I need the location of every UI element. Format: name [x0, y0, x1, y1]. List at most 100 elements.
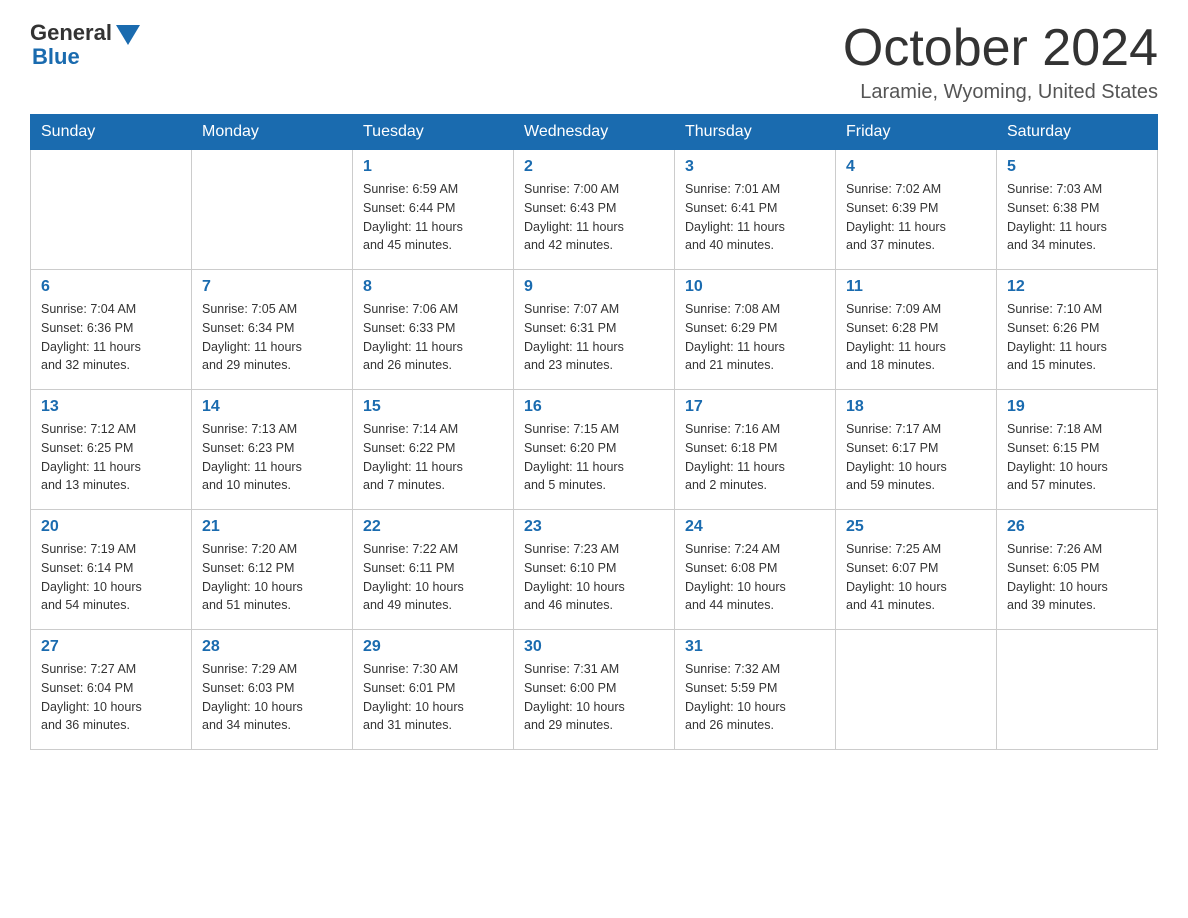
logo-triangle-icon [116, 25, 140, 45]
day-info: Sunrise: 7:01 AM Sunset: 6:41 PM Dayligh… [685, 180, 825, 255]
day-info: Sunrise: 7:17 AM Sunset: 6:17 PM Dayligh… [846, 420, 986, 495]
calendar-cell: 11 Sunrise: 7:09 AM Sunset: 6:28 PM Dayli… [836, 270, 997, 390]
calendar-cell: 14 Sunrise: 7:13 AM Sunset: 6:23 PM Dayli… [192, 390, 353, 510]
calendar-cell [997, 630, 1158, 750]
day-number: 12 [1007, 278, 1147, 296]
calendar-table: SundayMondayTuesdayWednesdayThursdayFrid… [30, 114, 1158, 750]
day-number: 13 [41, 398, 181, 416]
day-number: 15 [363, 398, 503, 416]
day-number: 1 [363, 158, 503, 176]
day-number: 5 [1007, 158, 1147, 176]
calendar-cell [192, 150, 353, 270]
column-header-monday: Monday [192, 115, 353, 150]
day-number: 10 [685, 278, 825, 296]
day-number: 29 [363, 638, 503, 656]
calendar-cell: 5 Sunrise: 7:03 AM Sunset: 6:38 PM Daylig… [997, 150, 1158, 270]
calendar-cell: 19 Sunrise: 7:18 AM Sunset: 6:15 PM Dayli… [997, 390, 1158, 510]
calendar-cell: 28 Sunrise: 7:29 AM Sunset: 6:03 PM Dayli… [192, 630, 353, 750]
day-info: Sunrise: 7:16 AM Sunset: 6:18 PM Dayligh… [685, 420, 825, 495]
day-number: 4 [846, 158, 986, 176]
calendar-cell: 26Sunrise: 7:26 AM Sunset: 6:05 PM Dayli… [997, 510, 1158, 630]
calendar-week-row: 20 Sunrise: 7:19 AM Sunset: 6:14 PM Dayli… [31, 510, 1158, 630]
day-number: 2 [524, 158, 664, 176]
day-info: Sunrise: 7:03 AM Sunset: 6:38 PM Dayligh… [1007, 180, 1147, 255]
day-info: Sunrise: 7:18 AM Sunset: 6:15 PM Dayligh… [1007, 420, 1147, 495]
day-info: Sunrise: 7:07 AM Sunset: 6:31 PM Dayligh… [524, 300, 664, 375]
page-header: General Blue October 2024 Laramie, Wyomi… [30, 20, 1158, 104]
column-header-thursday: Thursday [675, 115, 836, 150]
logo-blue-text: Blue [30, 44, 80, 70]
day-number: 26 [1007, 518, 1147, 536]
day-info: Sunrise: 7:05 AM Sunset: 6:34 PM Dayligh… [202, 300, 342, 375]
calendar-cell: 9 Sunrise: 7:07 AM Sunset: 6:31 PM Daylig… [514, 270, 675, 390]
day-number: 9 [524, 278, 664, 296]
day-info: Sunrise: 7:06 AM Sunset: 6:33 PM Dayligh… [363, 300, 503, 375]
day-number: 11 [846, 278, 986, 296]
day-number: 27 [41, 638, 181, 656]
day-number: 17 [685, 398, 825, 416]
calendar-cell: 20 Sunrise: 7:19 AM Sunset: 6:14 PM Dayli… [31, 510, 192, 630]
calendar-cell: 3 Sunrise: 7:01 AM Sunset: 6:41 PM Daylig… [675, 150, 836, 270]
day-number: 30 [524, 638, 664, 656]
day-number: 18 [846, 398, 986, 416]
day-number: 14 [202, 398, 342, 416]
day-number: 24 [685, 518, 825, 536]
calendar-cell: 6 Sunrise: 7:04 AM Sunset: 6:36 PM Daylig… [31, 270, 192, 390]
day-info: Sunrise: 7:12 AM Sunset: 6:25 PM Dayligh… [41, 420, 181, 495]
day-number: 23 [524, 518, 664, 536]
day-number: 8 [363, 278, 503, 296]
day-info: Sunrise: 7:22 AM Sunset: 6:11 PM Dayligh… [363, 540, 503, 615]
calendar-week-row: 6 Sunrise: 7:04 AM Sunset: 6:36 PM Daylig… [31, 270, 1158, 390]
column-header-tuesday: Tuesday [353, 115, 514, 150]
day-number: 21 [202, 518, 342, 536]
calendar-cell: 17 Sunrise: 7:16 AM Sunset: 6:18 PM Dayli… [675, 390, 836, 510]
calendar-cell: 7Sunrise: 7:05 AM Sunset: 6:34 PM Daylig… [192, 270, 353, 390]
calendar-cell: 21 Sunrise: 7:20 AM Sunset: 6:12 PM Dayli… [192, 510, 353, 630]
day-number: 20 [41, 518, 181, 536]
day-info: Sunrise: 7:00 AM Sunset: 6:43 PM Dayligh… [524, 180, 664, 255]
day-number: 22 [363, 518, 503, 536]
logo-general-text: General [30, 20, 112, 46]
day-number: 19 [1007, 398, 1147, 416]
month-title: October 2024 [843, 20, 1158, 77]
calendar-cell: 30 Sunrise: 7:31 AM Sunset: 6:00 PM Dayli… [514, 630, 675, 750]
calendar-cell [836, 630, 997, 750]
day-info: Sunrise: 7:27 AM Sunset: 6:04 PM Dayligh… [41, 660, 181, 735]
day-info: Sunrise: 7:20 AM Sunset: 6:12 PM Dayligh… [202, 540, 342, 615]
calendar-cell: 29 Sunrise: 7:30 AM Sunset: 6:01 PM Dayli… [353, 630, 514, 750]
day-number: 16 [524, 398, 664, 416]
day-number: 3 [685, 158, 825, 176]
day-info: Sunrise: 7:13 AM Sunset: 6:23 PM Dayligh… [202, 420, 342, 495]
calendar-cell: 24Sunrise: 7:24 AM Sunset: 6:08 PM Dayli… [675, 510, 836, 630]
calendar-cell: 31Sunrise: 7:32 AM Sunset: 5:59 PM Dayli… [675, 630, 836, 750]
day-info: Sunrise: 7:19 AM Sunset: 6:14 PM Dayligh… [41, 540, 181, 615]
day-info: Sunrise: 6:59 AM Sunset: 6:44 PM Dayligh… [363, 180, 503, 255]
column-header-friday: Friday [836, 115, 997, 150]
calendar-cell: 1 Sunrise: 6:59 AM Sunset: 6:44 PM Daylig… [353, 150, 514, 270]
day-info: Sunrise: 7:14 AM Sunset: 6:22 PM Dayligh… [363, 420, 503, 495]
day-info: Sunrise: 7:30 AM Sunset: 6:01 PM Dayligh… [363, 660, 503, 735]
day-info: Sunrise: 7:04 AM Sunset: 6:36 PM Dayligh… [41, 300, 181, 375]
calendar-cell: 18 Sunrise: 7:17 AM Sunset: 6:17 PM Dayli… [836, 390, 997, 510]
calendar-cell: 27 Sunrise: 7:27 AM Sunset: 6:04 PM Dayli… [31, 630, 192, 750]
day-number: 6 [41, 278, 181, 296]
day-info: Sunrise: 7:02 AM Sunset: 6:39 PM Dayligh… [846, 180, 986, 255]
day-info: Sunrise: 7:23 AM Sunset: 6:10 PM Dayligh… [524, 540, 664, 615]
calendar-cell: 4 Sunrise: 7:02 AM Sunset: 6:39 PM Daylig… [836, 150, 997, 270]
calendar-cell: 22 Sunrise: 7:22 AM Sunset: 6:11 PM Dayli… [353, 510, 514, 630]
day-info: Sunrise: 7:10 AM Sunset: 6:26 PM Dayligh… [1007, 300, 1147, 375]
calendar-cell: 16Sunrise: 7:15 AM Sunset: 6:20 PM Dayli… [514, 390, 675, 510]
column-header-wednesday: Wednesday [514, 115, 675, 150]
day-info: Sunrise: 7:32 AM Sunset: 5:59 PM Dayligh… [685, 660, 825, 735]
day-number: 28 [202, 638, 342, 656]
calendar-cell: 12 Sunrise: 7:10 AM Sunset: 6:26 PM Dayli… [997, 270, 1158, 390]
day-info: Sunrise: 7:29 AM Sunset: 6:03 PM Dayligh… [202, 660, 342, 735]
calendar-cell: 23 Sunrise: 7:23 AM Sunset: 6:10 PM Dayli… [514, 510, 675, 630]
calendar-cell: 2 Sunrise: 7:00 AM Sunset: 6:43 PM Daylig… [514, 150, 675, 270]
day-info: Sunrise: 7:09 AM Sunset: 6:28 PM Dayligh… [846, 300, 986, 375]
day-info: Sunrise: 7:25 AM Sunset: 6:07 PM Dayligh… [846, 540, 986, 615]
calendar-week-row: 27 Sunrise: 7:27 AM Sunset: 6:04 PM Dayli… [31, 630, 1158, 750]
calendar-cell: 25Sunrise: 7:25 AM Sunset: 6:07 PM Dayli… [836, 510, 997, 630]
day-info: Sunrise: 7:31 AM Sunset: 6:00 PM Dayligh… [524, 660, 664, 735]
calendar-week-row: 1 Sunrise: 6:59 AM Sunset: 6:44 PM Daylig… [31, 150, 1158, 270]
